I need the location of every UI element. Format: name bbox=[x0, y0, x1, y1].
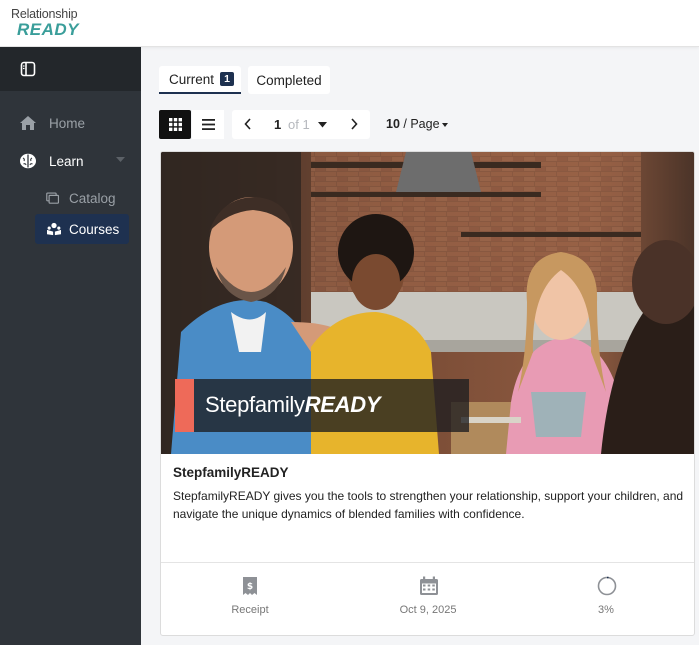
sidebar: Home Learn Catalog Courses bbox=[0, 47, 141, 645]
top-bar: Relationship READY bbox=[0, 0, 699, 47]
enrollment-date: Oct 9, 2025 bbox=[339, 563, 517, 635]
sidebar-toggle-button[interactable] bbox=[0, 47, 141, 91]
receipt-button[interactable]: $ Receipt bbox=[161, 563, 339, 635]
relationship-ready-logo[interactable]: Relationship READY bbox=[11, 8, 79, 38]
current-page: 1 bbox=[274, 117, 282, 132]
page-dropdown-icon[interactable] bbox=[318, 122, 327, 128]
receipt-label: Receipt bbox=[231, 604, 269, 616]
logo-line2: READY bbox=[17, 19, 80, 39]
image-title-banner: StepfamilyREADY bbox=[175, 379, 469, 432]
logo-line1: Relationship bbox=[11, 7, 78, 21]
grid-view-button[interactable] bbox=[159, 110, 191, 139]
sidebar-item-catalog[interactable]: Catalog bbox=[0, 183, 141, 213]
progress-text: 3% bbox=[598, 604, 614, 616]
course-description: StepfamilyREADY gives you the tools to s… bbox=[173, 489, 684, 521]
tab-label: Current bbox=[169, 71, 215, 87]
sidebar-item-label: Courses bbox=[69, 221, 120, 237]
courses-icon bbox=[47, 222, 61, 236]
course-card[interactable]: StepfamilyREADY StepfamilyREADY Stepfami… bbox=[160, 151, 695, 636]
image-title-bold: READY bbox=[304, 392, 381, 417]
page-size-select[interactable]: 10 / Page bbox=[386, 117, 448, 131]
tab-completed[interactable]: Completed bbox=[248, 66, 330, 94]
svg-text:$: $ bbox=[247, 582, 253, 592]
previous-page-icon[interactable] bbox=[244, 118, 252, 130]
progress-ring-icon bbox=[597, 576, 617, 596]
calendar-icon bbox=[420, 576, 438, 595]
course-progress: 3% bbox=[517, 563, 694, 635]
grid-icon bbox=[168, 118, 182, 131]
course-image[interactable]: StepfamilyREADY bbox=[161, 152, 694, 454]
list-view-button[interactable] bbox=[192, 110, 224, 139]
tab-current[interactable]: Current 1 bbox=[159, 66, 241, 94]
receipt-icon: $ bbox=[243, 577, 257, 595]
tab-count-badge: 1 bbox=[220, 72, 235, 86]
page-size-value: 10 bbox=[386, 117, 400, 131]
page-size-suffix: / Page bbox=[403, 117, 440, 131]
next-page-icon[interactable] bbox=[350, 118, 358, 130]
course-title[interactable]: StepfamilyREADY bbox=[173, 465, 289, 480]
brain-icon bbox=[20, 153, 36, 169]
sidebar-item-label: Learn bbox=[49, 153, 84, 169]
tab-label: Completed bbox=[256, 72, 322, 88]
image-title-light: Stepfamily bbox=[205, 392, 305, 417]
page-count: of 1 bbox=[288, 117, 310, 132]
sidebar-item-learn[interactable]: Learn bbox=[0, 146, 141, 176]
sidebar-item-home[interactable]: Home bbox=[0, 108, 141, 138]
banner-accent-bar bbox=[175, 379, 194, 432]
sidebar-item-courses[interactable]: Courses bbox=[35, 214, 129, 244]
sidebar-item-label: Home bbox=[49, 115, 86, 131]
enrollment-date-text: Oct 9, 2025 bbox=[399, 604, 457, 616]
list-icon bbox=[201, 119, 215, 130]
caret-down-icon bbox=[441, 122, 448, 127]
sidebar-toggle-icon bbox=[20, 61, 36, 77]
catalog-icon bbox=[46, 192, 60, 204]
home-icon bbox=[20, 116, 36, 130]
course-card-footer: $ Receipt Oct 9, 2025 3% bbox=[161, 562, 694, 635]
image-title: StepfamilyREADY bbox=[205, 392, 381, 418]
chevron-down-icon[interactable] bbox=[116, 157, 125, 163]
pagination: 1 of 1 bbox=[232, 110, 370, 139]
sidebar-item-label: Catalog bbox=[69, 190, 116, 206]
